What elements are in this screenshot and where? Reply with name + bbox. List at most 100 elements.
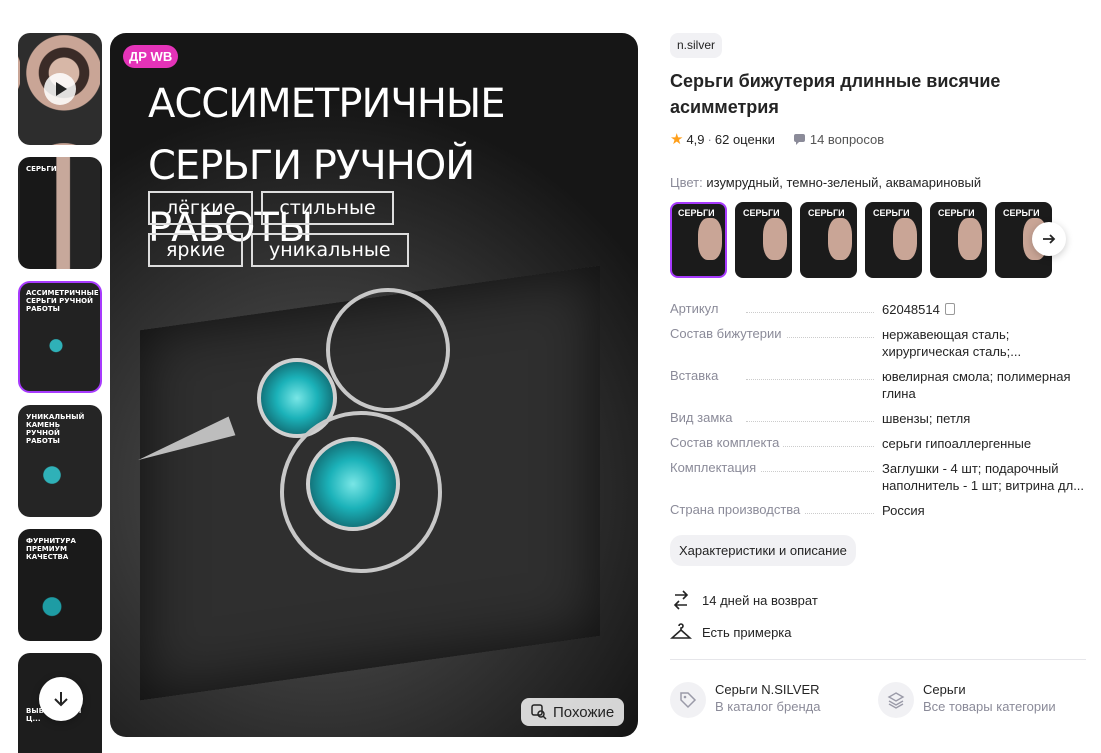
spec-name-text: Состав комплекта: [670, 435, 784, 450]
swatch-5[interactable]: СЕРЬГИ: [930, 202, 987, 278]
return-info: 14 дней на возврат: [670, 590, 1086, 610]
spec-name-text: Вид замка: [670, 410, 737, 425]
catalog-links: Серьги N.SILVER В каталог бренда Серьги …: [670, 682, 1086, 718]
color-label: Цвет:: [670, 175, 703, 190]
swatch-caption: СЕРЬГИ: [1003, 208, 1040, 218]
spec-name-text: Страна производства: [670, 502, 805, 517]
spec-row: Состав комплекта серьги гипоаллергенные: [670, 435, 1086, 452]
spec-value: серьги гипоаллергенные: [882, 436, 1032, 451]
spec-value: Заглушки - 4 шт; подарочный наполнитель …: [882, 461, 1085, 493]
similar-button[interactable]: Похожие: [521, 698, 625, 726]
tag: уникальные: [251, 233, 409, 267]
similar-label: Похожие: [553, 703, 615, 721]
spec-value: нержавеющая сталь; хирургическая сталь;.…: [882, 327, 1022, 359]
thumbnail-4[interactable]: УНИКАЛЬНЫЙ КАМЕНЬ РУЧНОЙ РАБОТЫ: [18, 405, 102, 517]
spec-name-text: Состав бижутерии: [670, 326, 786, 341]
fitting-info: Есть примерка: [670, 622, 1086, 642]
tag: лёгкие: [148, 191, 254, 225]
thumbnail-caption: СЕРЬГИ: [26, 165, 57, 173]
delivery-info: 14 дней на возврат Есть примерка: [670, 590, 1086, 642]
swatch-caption: СЕРЬГИ: [743, 208, 780, 218]
category-link-subtitle: Все товары категории: [923, 699, 1056, 714]
brand-catalog-link[interactable]: Серьги N.SILVER В каталог бренда: [670, 682, 878, 718]
brand-link-subtitle: В каталог бренда: [715, 699, 821, 714]
arrow-down-icon: [54, 692, 68, 707]
swatch-3[interactable]: СЕРЬГИ: [800, 202, 857, 278]
spec-name: Комплектация: [670, 460, 882, 494]
star-icon: ★: [670, 131, 684, 148]
spec-value: Россия: [882, 503, 925, 518]
hanger-icon: [670, 623, 692, 639]
color-value: изумрудный, темно-зеленый, аквамариновый: [706, 175, 982, 190]
swatch-1-selected[interactable]: СЕРЬГИ: [670, 202, 727, 278]
spec-row: Комплектация Заглушки - 4 шт; подарочный…: [670, 460, 1086, 494]
category-link[interactable]: Серьги Все товары категории: [878, 682, 1086, 718]
spec-row: Вставка ювелирная смола; полимерная глин…: [670, 368, 1086, 402]
swatch-caption: СЕРЬГИ: [808, 208, 845, 218]
fitting-text: Есть примерка: [702, 624, 792, 640]
product-title: Серьги бижутерия длинные висячие асиммет…: [670, 71, 1001, 117]
specs-table: Артикул 62048514 Состав бижутерии нержав…: [670, 301, 1086, 519]
promo-badge: ДР WB: [123, 45, 179, 68]
article-number: 62048514: [882, 302, 940, 317]
rating-value[interactable]: 4,9: [686, 132, 704, 147]
image-tags: лёгкие стильные яркие уникальные: [148, 191, 488, 275]
product-info-panel: n.silver Серьги бижутерия длинные висячи…: [670, 33, 1086, 718]
scroll-down-button[interactable]: [39, 677, 83, 721]
description-button[interactable]: Характеристики и описание: [670, 535, 856, 566]
swatch-face: [893, 218, 917, 260]
swatch-caption: СЕРЬГИ: [938, 208, 975, 218]
spec-name: Вставка: [670, 368, 882, 402]
spec-name: Состав комплекта: [670, 435, 882, 452]
swatch-face: [763, 218, 787, 260]
earring-gem-right: [306, 437, 400, 531]
swatch-face: [698, 218, 722, 260]
return-arrows-icon: [673, 590, 689, 610]
spec-row: Вид замка швензы; петля: [670, 410, 1086, 427]
earring-ring-left: [326, 288, 450, 412]
spec-dots: [746, 379, 874, 380]
swatch-caption: СЕРЬГИ: [873, 208, 910, 218]
thumbnail-5[interactable]: ФУРНИТУРА ПРЕМИУМ КАЧЕСТВА: [18, 529, 102, 641]
copy-icon[interactable]: [944, 303, 955, 315]
next-swatches-button[interactable]: [1032, 222, 1066, 256]
brand-link-title: Серьги N.SILVER: [715, 682, 820, 697]
main-product-image[interactable]: ДР WB АССИМЕТРИЧНЫЕ СЕРЬГИ РУЧНОЙ РАБОТЫ…: [110, 33, 638, 737]
spec-dots: [746, 471, 874, 472]
color-swatches: СЕРЬГИ СЕРЬГИ СЕРЬГИ СЕРЬГИ СЕРЬГИ СЕРЬГ…: [670, 202, 1086, 278]
spec-name: Состав бижутерии: [670, 326, 882, 360]
spec-name: Вид замка: [670, 410, 882, 427]
visual-search-icon: [531, 704, 547, 720]
swatch-face: [958, 218, 982, 260]
reviews-count[interactable]: 62 оценки: [715, 132, 775, 147]
color-line: Цвет: изумрудный, темно-зеленый, аквамар…: [670, 175, 1086, 190]
spec-dots: [746, 312, 874, 313]
thumbnail-caption: АССИМЕТРИЧНЫЕ СЕРЬГИ РУЧНОЙ РАБОТЫ: [26, 289, 99, 313]
rating-row: ★ 4,9 · 62 оценки 14 вопросов: [670, 130, 1086, 148]
spec-value: ювелирная смола; полимерная глина: [882, 369, 1071, 401]
category-link-title: Серьги: [923, 682, 966, 697]
message-icon: [793, 133, 805, 145]
spec-name-text: Артикул: [670, 301, 723, 316]
questions-link[interactable]: 14 вопросов: [793, 132, 884, 147]
thumbnail-caption: ФУРНИТУРА ПРЕМИУМ КАЧЕСТВА: [26, 537, 76, 561]
tag: яркие: [148, 233, 244, 267]
tag: стильные: [261, 191, 394, 225]
video-thumbnail[interactable]: [18, 33, 102, 145]
rating-separator: ·: [707, 131, 712, 147]
divider: [670, 659, 1086, 660]
swatch-4[interactable]: СЕРЬГИ: [865, 202, 922, 278]
layers-icon: [878, 682, 914, 718]
thumbnail-2[interactable]: СЕРЬГИ: [18, 157, 102, 269]
headline-line-1: АССИМЕТРИЧНЫЕ: [148, 81, 505, 127]
swatch-2[interactable]: СЕРЬГИ: [735, 202, 792, 278]
brand-chip[interactable]: n.silver: [670, 33, 723, 58]
thumbnail-3-selected[interactable]: АССИМЕТРИЧНЫЕ СЕРЬГИ РУЧНОЙ РАБОТЫ: [18, 281, 102, 393]
swatch-face: [828, 218, 852, 260]
swatch-caption: СЕРЬГИ: [678, 208, 715, 218]
spec-name-text: Комплектация: [670, 460, 761, 475]
spec-row: Артикул 62048514: [670, 301, 1086, 318]
spec-row: Страна производства Россия: [670, 502, 1086, 519]
questions-count: 14 вопросов: [809, 131, 885, 147]
thumbnail-caption: УНИКАЛЬНЫЙ КАМЕНЬ РУЧНОЙ РАБОТЫ: [26, 413, 85, 445]
